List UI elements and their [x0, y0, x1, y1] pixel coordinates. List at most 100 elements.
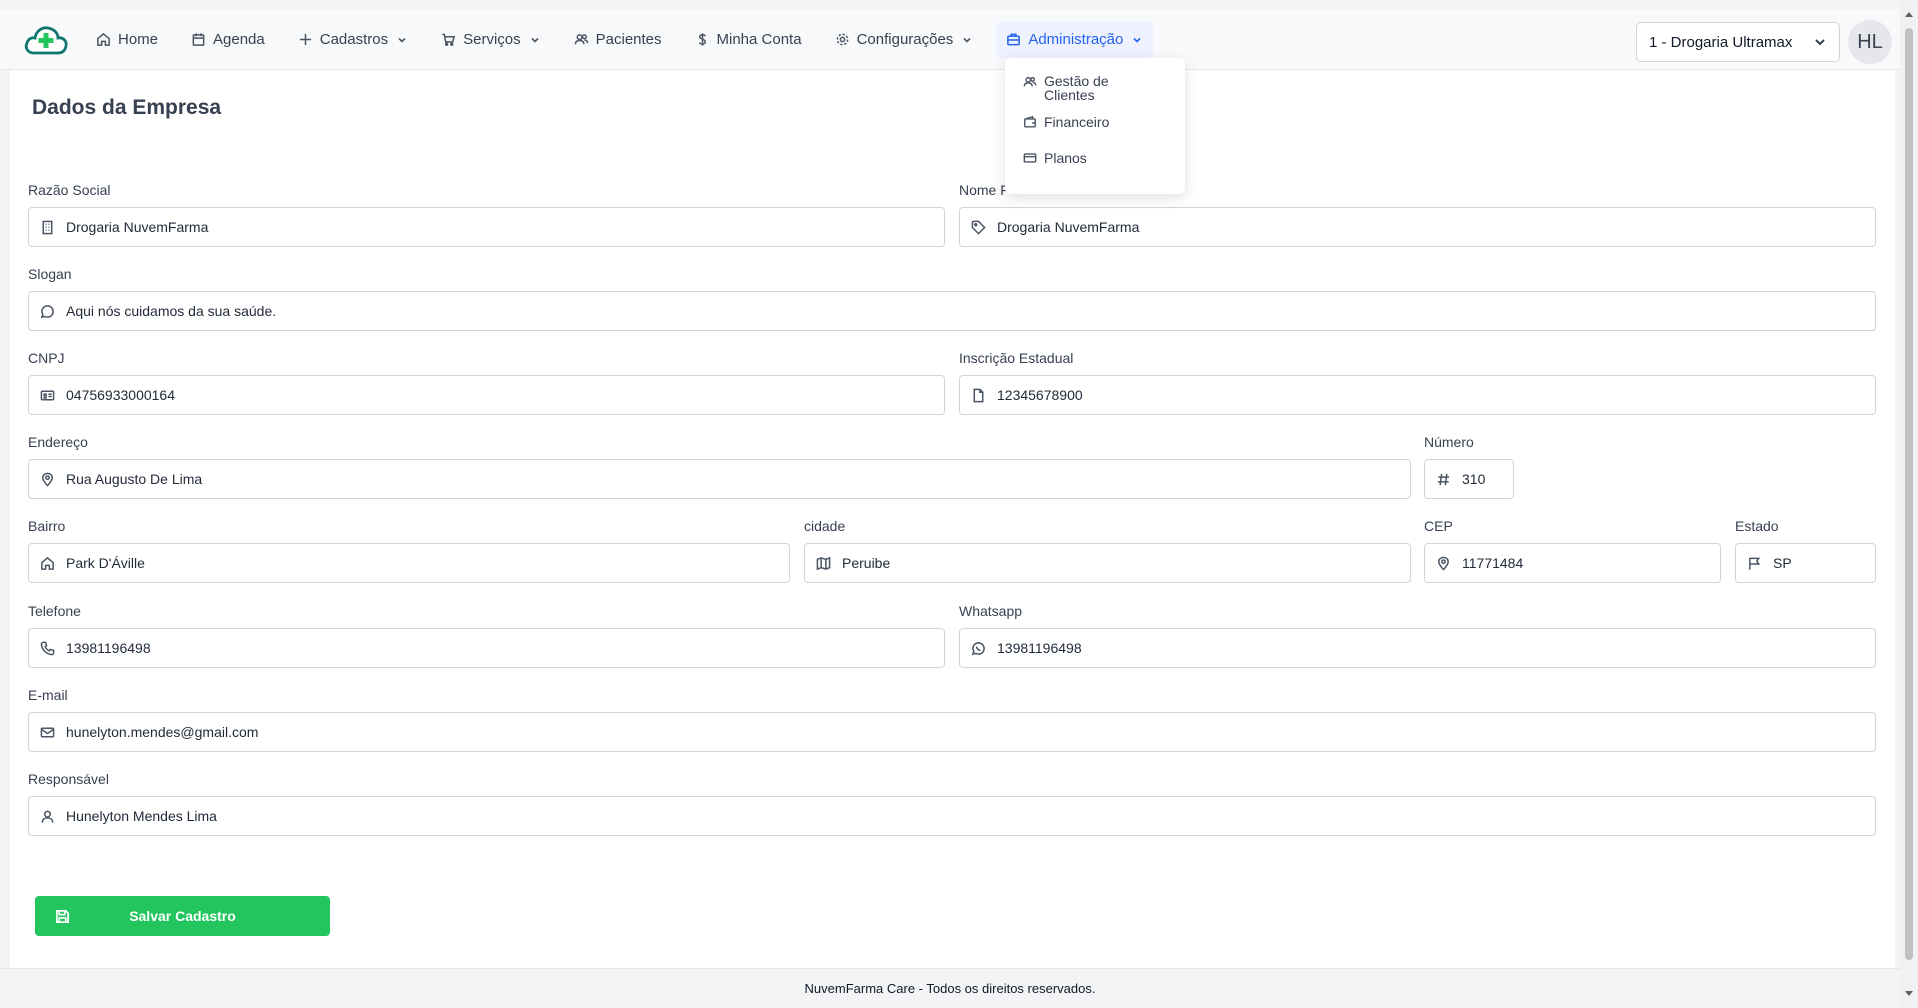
cloud-plus-logo-icon[interactable]	[22, 22, 70, 58]
scroll-down-arrow-icon[interactable]	[1905, 991, 1913, 996]
briefcase-icon	[1007, 33, 1021, 46]
nav-cadastros[interactable]: Cadastros	[288, 22, 418, 58]
cnpj-input[interactable]: 04756933000164	[28, 375, 945, 415]
map-pin-icon	[42, 472, 53, 487]
page-title: Dados da Empresa	[32, 96, 222, 119]
navbar-right: 1 - Drogaria Ultramax HL	[1636, 20, 1892, 64]
nav-servicos[interactable]: Serviços	[431, 22, 551, 58]
whatsapp-label: Whatsapp	[959, 603, 1023, 619]
scroll-thumb[interactable]	[1905, 28, 1913, 960]
estado-label: Estado	[1735, 518, 1779, 534]
chevron-down-icon	[963, 37, 971, 43]
dollar-icon	[698, 33, 706, 46]
map-pin-icon	[1438, 556, 1449, 571]
user-icon	[41, 810, 54, 823]
field-estado: Estado SP	[1735, 518, 1876, 583]
estado-value: SP	[1773, 555, 1792, 571]
nav-servicos-label: Serviços	[463, 31, 521, 48]
users-icon	[574, 34, 588, 45]
numero-input[interactable]: 310	[1424, 459, 1514, 499]
map-icon	[816, 556, 831, 570]
cep-label: CEP	[1424, 518, 1453, 534]
nome-fantasia-input[interactable]: Drogaria NuvemFarma	[959, 207, 1876, 247]
razao-social-input[interactable]: Drogaria NuvemFarma	[28, 207, 945, 247]
cnpj-value: 04756933000164	[66, 387, 176, 403]
nav-pacientes[interactable]: Pacientes	[564, 22, 672, 58]
save-icon	[56, 909, 69, 923]
building-icon	[42, 220, 53, 234]
admin-dropdown-menu: Gestão de Clientes Financeiro Planos	[1005, 58, 1185, 194]
menu-item-label: Financeiro	[1044, 114, 1110, 130]
email-value: hunelyton.mendes@gmail.com	[66, 724, 259, 740]
field-telefone: Telefone 13981196498	[28, 603, 945, 668]
inscricao-estadual-label: Inscrição Estadual	[959, 350, 1074, 366]
slogan-input[interactable]: Aqui nós cuidamos da sua saúde.	[28, 291, 1876, 331]
estado-input[interactable]: SP	[1735, 543, 1876, 583]
nav-agenda[interactable]: Agenda	[181, 22, 275, 58]
chevron-down-icon	[398, 37, 406, 43]
field-responsavel: Responsável Hunelyton Mendes Lima	[28, 771, 1876, 836]
whatsapp-value: 13981196498	[997, 640, 1082, 656]
chevron-down-icon	[1815, 39, 1825, 46]
responsavel-input[interactable]: Hunelyton Mendes Lima	[28, 796, 1876, 836]
menu-item-gestao-clientes[interactable]: Gestão de Clientes	[1005, 68, 1185, 104]
nav-home-label: Home	[118, 31, 159, 48]
field-bairro: Bairro Park D'Áville	[28, 518, 790, 583]
app-root: Home Agenda Cadastros Serviços Pacientes…	[0, 0, 1900, 1008]
home-icon	[41, 556, 54, 570]
nav-cadastros-label: Cadastros	[319, 31, 389, 48]
cep-input[interactable]: 11771484	[1424, 543, 1721, 583]
footer-text: NuvemFarma Care - Todos os direitos rese…	[804, 981, 1096, 996]
menu-item-planos[interactable]: Planos	[1005, 140, 1185, 176]
inscricao-estadual-value: 12345678900	[997, 387, 1083, 403]
scroll-up-arrow-icon[interactable]	[1905, 12, 1913, 17]
razao-social-value: Drogaria NuvemFarma	[66, 219, 209, 235]
bairro-value: Park D'Áville	[66, 555, 145, 571]
whatsapp-input[interactable]: 13981196498	[959, 628, 1876, 668]
telefone-value: 13981196498	[66, 640, 151, 656]
main-content: Dados da Empresa Razão Social Drogaria N…	[10, 70, 1895, 968]
inscricao-estadual-input[interactable]: 12345678900	[959, 375, 1876, 415]
responsavel-value: Hunelyton Mendes Lima	[66, 808, 217, 824]
field-inscricao-estadual: Inscrição Estadual 12345678900	[959, 350, 1876, 415]
page-scrollbar[interactable]	[1900, 0, 1918, 1008]
cidade-input[interactable]: Peruibe	[804, 543, 1411, 583]
slogan-value: Aqui nós cuidamos da sua saúde.	[66, 303, 277, 319]
cep-value: 11771484	[1462, 555, 1524, 571]
top-navbar: Home Agenda Cadastros Serviços Pacientes…	[0, 10, 1900, 70]
message-circle-icon	[40, 304, 54, 318]
gear-icon	[836, 33, 848, 46]
menu-item-label: Planos	[1044, 150, 1087, 166]
whatsapp-icon	[971, 641, 985, 655]
nav-administracao[interactable]: Administração	[996, 21, 1154, 58]
nav-home[interactable]: Home	[86, 22, 168, 58]
email-label: E-mail	[28, 687, 68, 703]
save-button[interactable]: Salvar Cadastro	[35, 896, 330, 936]
responsavel-label: Responsável	[28, 771, 109, 787]
field-whatsapp: Whatsapp 13981196498	[959, 603, 1876, 668]
nav-configuracoes[interactable]: Configurações	[825, 22, 984, 58]
bairro-label: Bairro	[28, 518, 66, 534]
cidade-value: Peruibe	[842, 555, 891, 571]
numero-value: 310	[1462, 471, 1486, 487]
plus-icon	[299, 33, 311, 46]
store-select[interactable]: 1 - Drogaria Ultramax	[1636, 22, 1840, 62]
telefone-input[interactable]: 13981196498	[28, 628, 945, 668]
bairro-input[interactable]: Park D'Áville	[28, 543, 790, 583]
nav-minha-conta[interactable]: Minha Conta	[685, 22, 812, 58]
endereco-value: Rua Augusto De Lima	[66, 471, 203, 487]
cidade-label: cidade	[804, 518, 846, 534]
home-icon	[97, 32, 110, 46]
chevron-down-icon	[531, 37, 539, 43]
numero-label: Número	[1424, 434, 1474, 450]
email-input[interactable]: hunelyton.mendes@gmail.com	[28, 712, 1876, 752]
phone-icon	[40, 641, 55, 655]
endereco-input[interactable]: Rua Augusto De Lima	[28, 459, 1411, 499]
nav-configuracoes-label: Configurações	[856, 31, 954, 48]
telefone-label: Telefone	[28, 603, 81, 619]
menu-item-financeiro[interactable]: Financeiro	[1005, 104, 1185, 140]
user-avatar[interactable]: HL	[1848, 20, 1892, 64]
cart-icon	[442, 33, 456, 46]
mail-icon	[40, 727, 55, 737]
field-razao-social: Razão Social Drogaria NuvemFarma	[28, 182, 945, 247]
